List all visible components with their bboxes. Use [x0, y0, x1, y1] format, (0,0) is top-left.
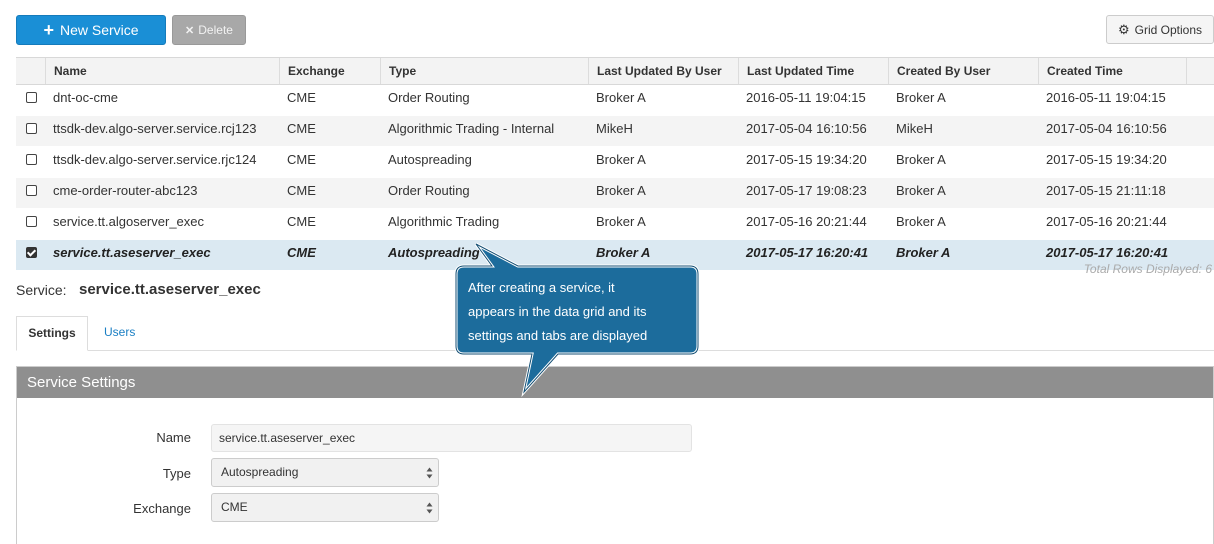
cell-updated-by: Broker A	[596, 90, 646, 105]
header-exchange[interactable]: Exchange	[279, 58, 380, 84]
cell-created-by: Broker A	[896, 183, 946, 198]
cell-updated-time: 2017-05-17 19:08:23	[746, 183, 867, 198]
cell-created-by: Broker A	[896, 90, 946, 105]
type-field-label: Type	[162, 466, 191, 481]
cell-exchange: CME	[287, 245, 316, 260]
table-row[interactable]: dnt-oc-cme CME Order Routing Broker A 2016-0…	[16, 85, 1214, 116]
cell-created-time: 2017-05-04 16:10:56	[1046, 121, 1167, 136]
cell-exchange: CME	[287, 183, 316, 198]
plus-icon: +	[43, 20, 54, 40]
row-checkbox[interactable]	[26, 185, 37, 196]
row-checkbox[interactable]	[26, 216, 37, 227]
row-checkbox[interactable]	[26, 154, 37, 165]
cell-created-by: Broker A	[896, 152, 946, 167]
grid-header: Name Exchange Type Last Updated By User …	[16, 57, 1214, 85]
cell-updated-time: 2016-05-11 19:04:15	[746, 90, 866, 105]
cell-updated-time: 2017-05-16 20:21:44	[746, 214, 867, 229]
total-rows-label: Total Rows Displayed: 6	[1083, 262, 1212, 276]
cell-exchange: CME	[287, 121, 316, 136]
gear-icon: ⚙	[1117, 21, 1130, 37]
name-field-label: Name	[156, 430, 191, 445]
table-row[interactable]: cme-order-router-abc123 CME Order Routing B…	[16, 178, 1214, 209]
tab-users[interactable]: Users	[104, 316, 135, 351]
type-select-value: Autospreading	[221, 465, 299, 479]
cell-exchange: CME	[287, 152, 316, 167]
cell-created-time: 2016-05-11 19:04:15	[1046, 90, 1166, 105]
table-row[interactable]: ttsdk-dev.algo-server.service.rcj123 CME A…	[16, 116, 1214, 147]
delete-label: Delete	[198, 23, 233, 37]
cell-created-by: Broker A	[896, 245, 951, 260]
select-arrows-icon	[426, 467, 433, 479]
table-row[interactable]: ttsdk-dev.algo-server.service.rjc124 CME A…	[16, 147, 1214, 178]
service-name: service.tt.aseserver_exec	[79, 281, 261, 298]
cell-updated-time: 2017-05-17 16:20:41	[746, 245, 869, 260]
exchange-select-value: CME	[221, 500, 248, 514]
cell-updated-by: MikeH	[596, 121, 633, 136]
cell-name: service.tt.algoserver_exec	[53, 214, 205, 229]
callout-line: appears in the data grid and its	[468, 304, 647, 319]
header-type[interactable]: Type	[380, 58, 588, 84]
cell-name: ttsdk-dev.algo-server.service.rcj123	[53, 121, 257, 136]
row-checkbox[interactable]	[26, 247, 37, 258]
header-name[interactable]: Name	[45, 58, 279, 84]
row-checkbox[interactable]	[26, 92, 37, 103]
name-field[interactable]: service.tt.aseserver_exec	[211, 424, 692, 452]
grid-options-label: Grid Options	[1134, 22, 1202, 37]
exchange-select[interactable]: CME	[211, 493, 439, 522]
cell-created-by: Broker A	[896, 214, 946, 229]
delete-button[interactable]: ✕ Delete	[172, 15, 246, 45]
cell-name: service.tt.aseserver_exec	[53, 245, 211, 260]
header-last-updated-time[interactable]: Last Updated Time	[738, 58, 888, 84]
callout-line: settings and tabs are displayed	[468, 328, 648, 343]
tab-settings[interactable]: Settings	[16, 316, 88, 351]
row-checkbox[interactable]	[26, 123, 37, 134]
callout-line: After creating a service, it	[468, 280, 615, 295]
new-service-label: New Service	[59, 22, 139, 38]
grid-options-button[interactable]: ⚙ Grid Options	[1106, 15, 1214, 44]
cell-type: Order Routing	[388, 183, 470, 198]
header-last-updated-by[interactable]: Last Updated By User	[588, 58, 738, 84]
cell-type: Order Routing	[388, 90, 470, 105]
cell-updated-by: Broker A	[596, 152, 646, 167]
header-spacer	[1186, 58, 1214, 84]
cell-updated-time: 2017-05-15 19:34:20	[746, 152, 867, 167]
cell-name: ttsdk-dev.algo-server.service.rjc124	[53, 152, 257, 167]
header-created-time[interactable]: Created Time	[1038, 58, 1186, 84]
cell-exchange: CME	[287, 214, 316, 229]
cell-updated-time: 2017-05-04 16:10:56	[746, 121, 867, 136]
cell-exchange: CME	[287, 90, 316, 105]
cell-created-time: 2017-05-15 21:11:18	[1046, 183, 1166, 198]
service-label: Service:	[16, 282, 67, 298]
cell-type: Algorithmic Trading - Internal	[388, 121, 555, 136]
select-arrows-icon	[426, 502, 433, 514]
header-select	[16, 58, 45, 84]
cell-name: cme-order-router-abc123	[53, 183, 198, 198]
exchange-field-label: Exchange	[133, 501, 191, 516]
cell-created-time: 2017-05-16 20:21:44	[1046, 214, 1167, 229]
new-service-button[interactable]: + New Service	[16, 15, 166, 45]
cell-name: dnt-oc-cme	[53, 90, 119, 105]
cell-updated-by: Broker A	[596, 183, 646, 198]
cell-type: Autospreading	[388, 152, 472, 167]
cell-created-by: MikeH	[896, 121, 933, 136]
cell-created-time: 2017-05-15 19:34:20	[1046, 152, 1167, 167]
type-select[interactable]: Autospreading	[211, 458, 439, 487]
x-icon: ✕	[185, 24, 195, 37]
callout-text: After creating a service, it appears in …	[468, 276, 698, 348]
header-created-by[interactable]: Created By User	[888, 58, 1038, 84]
